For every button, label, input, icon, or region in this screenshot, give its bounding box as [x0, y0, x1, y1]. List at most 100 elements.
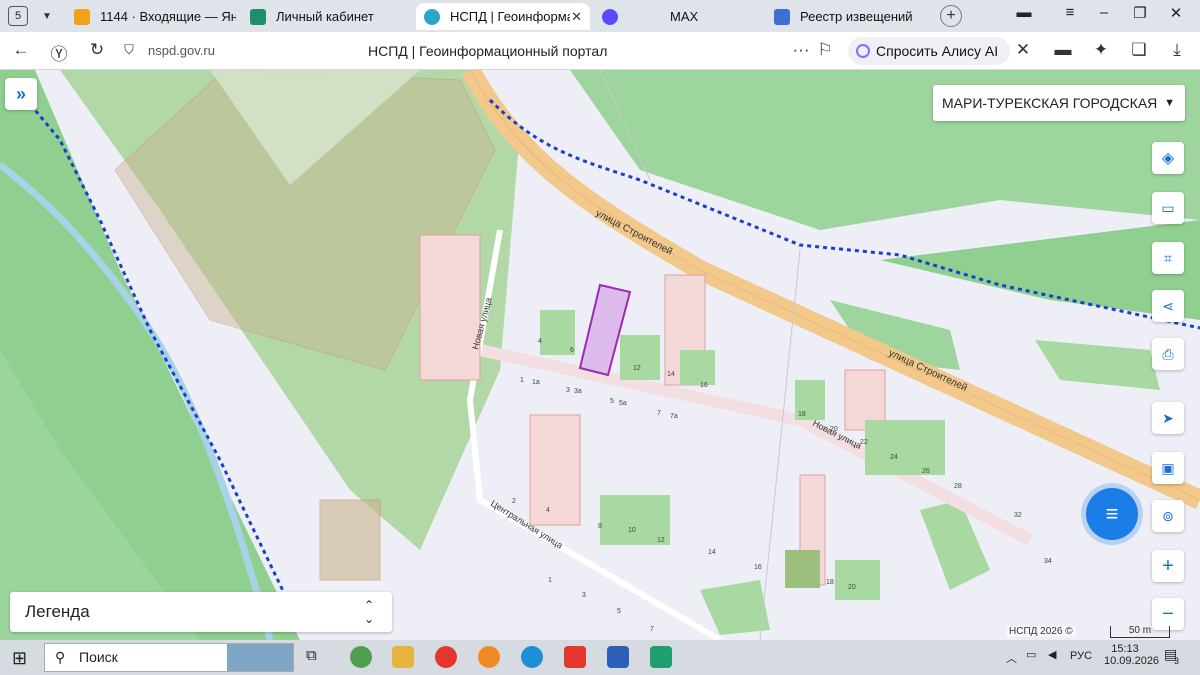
address-bar: ← Ⓨ ↻ ⛉ nspd.gov.ru НСПД | Геоинформацио… [0, 32, 1200, 70]
green-lot [680, 350, 715, 385]
svg-text:3: 3 [566, 387, 570, 394]
svg-text:3: 3 [582, 592, 586, 599]
legend-panel[interactable]: Легенда ⌃ ⌄ [10, 592, 392, 632]
tab-max[interactable]: MAX [594, 3, 764, 30]
tab-cabinet[interactable]: Личный кабинет [242, 3, 412, 30]
more-icon[interactable]: ··· [790, 40, 812, 60]
svg-text:10: 10 [628, 527, 636, 534]
taskbar-search[interactable]: ⚲ Поиск [44, 643, 294, 672]
yandex-icon[interactable]: Ⓨ [48, 40, 70, 65]
tab-registry[interactable]: Реестр извещений [766, 3, 936, 30]
svg-text:5: 5 [610, 398, 614, 405]
green-lot [620, 335, 660, 380]
search-icon: ⚲ [55, 649, 66, 665]
alice-button[interactable]: Спросить Алису AI [848, 37, 1011, 65]
minimap-button[interactable]: ▣ [1152, 452, 1184, 484]
svg-text:14: 14 [708, 549, 716, 556]
green-lot [835, 560, 880, 600]
shield-icon: ⛉ [124, 42, 134, 57]
taskbar: ⊞ ⚲ Поиск ⧉ ︿ ▭ ◀ РУС 15:13 10.09.2026 ▤… [0, 640, 1200, 675]
extension-icon[interactable]: ▬ [1052, 40, 1074, 60]
nspd-icon [424, 8, 440, 25]
download-icon[interactable]: ⤓ [1166, 40, 1188, 60]
chevron-up-icon[interactable]: ︿ [1006, 650, 1017, 666]
task-view-icon[interactable]: ⧉ [306, 647, 317, 664]
minimize-icon[interactable]: – [1092, 4, 1116, 21]
tab-title: Реестр извещений [800, 9, 913, 24]
navigation-arrow-icon: ➤ [1162, 409, 1174, 426]
word-icon[interactable] [607, 646, 629, 668]
extension-k-icon[interactable]: ✕ [1012, 40, 1034, 60]
app-icon[interactable] [650, 646, 672, 668]
windows-start-icon[interactable]: ⊞ [12, 648, 27, 669]
bookmark-icon[interactable]: ⚐ [814, 40, 836, 60]
double-chevron-right-icon: » [15, 83, 26, 104]
green-lot [785, 550, 820, 588]
alice-icon [856, 44, 870, 58]
share-button[interactable]: ⋖ [1152, 290, 1184, 322]
yandex-icon[interactable] [564, 646, 586, 668]
tabs-overview-icon[interactable]: ▬ [1012, 4, 1036, 21]
speaker-icon[interactable]: ◀ [1048, 648, 1056, 661]
chat-button[interactable]: ≡ [1086, 488, 1138, 540]
clock[interactable]: 15:13 10.09.2026 [1104, 643, 1160, 667]
url-text[interactable]: nspd.gov.ru [148, 43, 215, 58]
expand-sidebar-button[interactable]: » [5, 78, 37, 110]
reload-icon[interactable]: ↻ [86, 40, 108, 60]
edge-icon[interactable] [521, 646, 543, 668]
date: 10.09.2026 [1104, 655, 1160, 667]
map-canvas[interactable]: улица Строителей улица Строителей Новая … [0, 70, 1200, 640]
minus-icon: − [1162, 602, 1174, 625]
tab-title: 1144 · Входящие — Яндекс [100, 9, 236, 24]
legend-label: Легенда [25, 602, 90, 621]
layers-button[interactable]: ◈ [1152, 142, 1184, 174]
new-tab-button[interactable]: + [940, 5, 962, 27]
print-button[interactable]: ⎙ [1152, 338, 1184, 370]
zoom-in-button[interactable]: + [1152, 550, 1184, 582]
region-select[interactable]: МАРИ-ТУРЕКСКАЯ ГОРОДСКАЯ ▼ [933, 85, 1185, 121]
puzzle-icon[interactable]: ✦ [1090, 40, 1112, 60]
parcel [319, 499, 381, 581]
caret-down-icon: ▼ [1164, 97, 1175, 109]
language-indicator[interactable]: РУС [1070, 650, 1092, 662]
network-icon[interactable]: ▭ [1026, 648, 1036, 661]
svg-text:1: 1 [548, 577, 552, 584]
scale-bar: 50 m [1110, 626, 1170, 638]
tab-count-badge[interactable]: 5 [8, 6, 28, 26]
measure-button[interactable]: ▭ [1152, 192, 1184, 224]
area-search-button[interactable]: ⌗ [1152, 242, 1184, 274]
svg-text:5: 5 [617, 608, 621, 615]
close-icon[interactable]: ✕ [571, 9, 582, 25]
svg-text:28: 28 [954, 483, 962, 490]
explorer-icon[interactable] [392, 646, 414, 668]
menu-icon[interactable]: ≡ [1058, 4, 1082, 21]
ruler-icon: ▭ [1161, 199, 1175, 216]
chat-icon: ≡ [1105, 501, 1119, 526]
locate-button[interactable]: ➤ [1152, 402, 1184, 434]
svg-text:1а: 1а [532, 379, 540, 386]
map-search-button[interactable]: ⊚ [1152, 500, 1184, 532]
emblem-icon [250, 8, 266, 25]
chrome-icon[interactable] [350, 646, 372, 668]
tab-yandex-mail[interactable]: 1144 · Входящие — Яндекс [66, 3, 236, 30]
yandex-browser-icon[interactable] [435, 646, 457, 668]
window-close-icon[interactable]: ✕ [1164, 4, 1188, 22]
tab-nspd[interactable]: НСПД | Геоинформационный портал ✕ [416, 3, 590, 30]
back-icon[interactable]: ← [10, 40, 32, 60]
collections-icon[interactable]: ❏ [1128, 40, 1150, 60]
maximize-icon[interactable]: ❐ [1128, 4, 1152, 22]
minimap-icon: ▣ [1161, 459, 1175, 476]
svg-text:4: 4 [546, 507, 550, 514]
street-label: улица Строителей [594, 208, 675, 258]
layers-icon: ◈ [1161, 150, 1175, 167]
svg-text:16: 16 [700, 382, 708, 389]
firefox-icon[interactable] [478, 646, 500, 668]
svg-text:7: 7 [650, 626, 654, 633]
region-select-value: МАРИ-ТУРЕКСКАЯ ГОРОДСКАЯ [942, 95, 1158, 111]
map-search-icon: ⊚ [1162, 507, 1174, 524]
svg-text:16: 16 [754, 564, 762, 571]
page-title: НСПД | Геоинформационный портал [368, 43, 608, 59]
house-numbers: 4 6 12 14 16 1 1а 3 3а 5 5а 7 7а 18 20 2… [512, 338, 1052, 633]
chevron-down-icon[interactable]: ▼ [36, 5, 58, 27]
max-icon [602, 8, 618, 25]
